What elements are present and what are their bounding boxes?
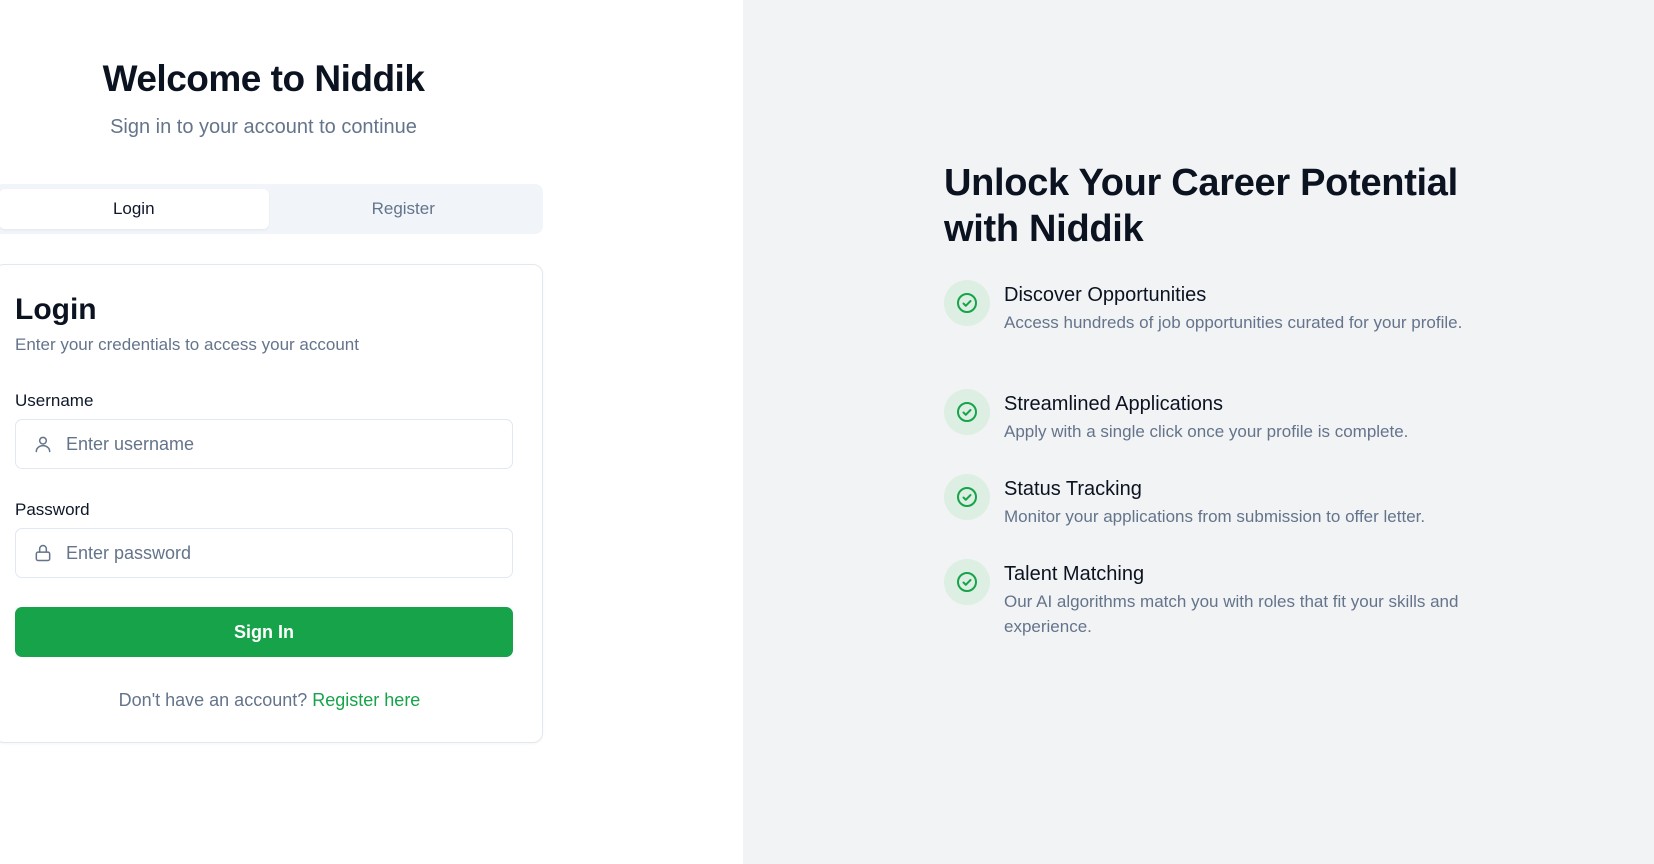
feature-description: Monitor your applications from submissio… [1004,507,1426,526]
welcome-subtitle: Sign in to your account to continue [110,116,417,138]
feature-item: Status Tracking Monitor your application… [944,474,1494,529]
username-label: Username [15,391,94,410]
feature-title: Streamlined Applications [1004,393,1224,415]
feature-item: Discover Opportunities Access hundreds o… [944,280,1494,335]
tab-register[interactable]: Register [269,189,539,229]
feature-title: Status Tracking [1004,478,1142,500]
register-link[interactable]: Register here [312,690,420,710]
lock-icon [16,529,66,577]
user-icon [16,420,66,468]
hero-title: Unlock Your Career Potential with Niddik [944,160,1504,252]
auth-panel: Welcome to Niddik Sign in to your accoun… [0,0,743,864]
feature-item: Streamlined Applications Apply with a si… [944,389,1494,444]
login-page: Welcome to Niddik Sign in to your accoun… [0,0,1654,864]
check-circle-icon [944,389,990,435]
feature-item: Talent Matching Our AI algorithms match … [944,559,1494,639]
feature-description: Our AI algorithms match you with roles t… [1004,592,1459,636]
check-circle-icon [944,474,990,520]
feature-title: Talent Matching [1004,563,1145,585]
marketing-panel: Unlock Your Career Potential with Niddik… [743,0,1654,864]
feature-description: Access hundreds of job opportunities cur… [1004,313,1463,332]
check-circle-icon [944,280,990,326]
password-input[interactable] [66,529,512,577]
register-prompt: Don't have an account? Register here [0,690,544,711]
password-field [15,528,513,578]
username-input[interactable] [66,420,512,468]
login-card: Login Enter your credentials to access y… [0,264,543,743]
hero-title-line2: with Niddik [944,208,1144,250]
username-field [15,419,513,469]
welcome-title: Welcome to Niddik [102,58,425,99]
password-label: Password [15,500,90,519]
login-card-title: Login [15,293,97,326]
auth-tabs: Login Register [0,184,543,234]
check-circle-icon [944,559,990,605]
feature-title: Discover Opportunities [1004,284,1207,306]
hero-title-line1: Unlock Your Career Potential [944,162,1458,204]
tab-login[interactable]: Login [0,189,269,229]
login-card-subtitle: Enter your credentials to access your ac… [15,335,359,354]
sign-in-button[interactable]: Sign In [15,607,513,657]
feature-description: Apply with a single click once your prof… [1004,422,1409,441]
register-prompt-text: Don't have an account? [118,690,308,710]
